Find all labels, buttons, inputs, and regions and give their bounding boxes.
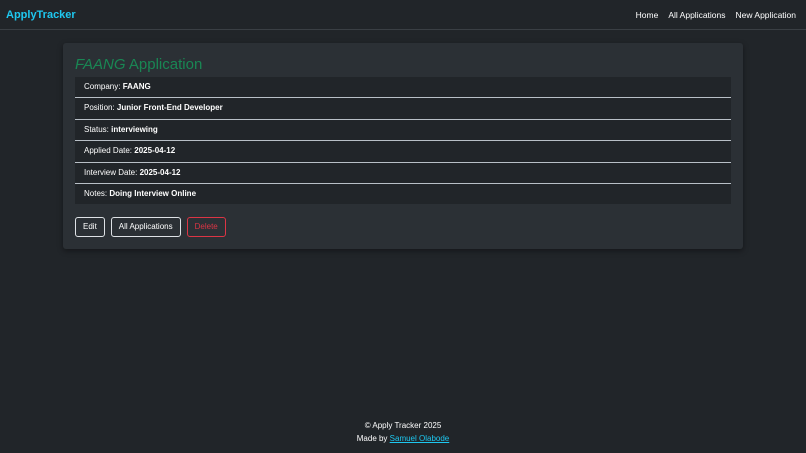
footer-copyright: © Apply Tracker 2025 — [364, 421, 442, 430]
detail-label: Company: — [84, 82, 123, 91]
page-title: FAANG Application — [75, 55, 202, 75]
footer-made-by: Made by — [356, 433, 390, 443]
detail-value: Junior Front-End Developer — [116, 103, 223, 113]
footer: © Apply Tracker 2025 Made by Samuel Olab… — [0, 420, 806, 445]
edit-button[interactable]: Edit — [75, 217, 105, 237]
delete-button[interactable]: Delete — [186, 217, 226, 237]
details-list: Company: FAANG Position: Junior Front-En… — [75, 77, 731, 205]
detail-label: Position: — [84, 103, 117, 113]
author-link[interactable]: Samuel Olabode — [390, 434, 450, 443]
footer-credit: Made by Samuel Olabode — [0, 433, 806, 446]
detail-value: Doing Interview Online — [109, 188, 197, 198]
detail-value: 2025-04-12 — [134, 146, 176, 156]
brand-link[interactable]: ApplyTracker — [6, 7, 76, 23]
detail-value: FAANG — [122, 82, 151, 91]
detail-label: Notes: — [84, 188, 110, 198]
detail-label: Status: — [84, 124, 112, 134]
nav-links: Home All Applications New Application — [636, 8, 796, 22]
detail-company: Company: FAANG — [75, 77, 731, 99]
detail-status: Status: interviewing — [75, 119, 731, 142]
detail-position: Position: Junior Front-End Developer — [75, 98, 731, 120]
all-applications-button[interactable]: All Applications — [110, 217, 181, 237]
detail-applied-date: Applied Date: 2025-04-12 — [75, 141, 731, 163]
card-actions: Edit All Applications Delete — [75, 217, 226, 237]
nav-link-all-applications[interactable]: All Applications — [668, 8, 725, 22]
detail-value: interviewing — [111, 124, 158, 134]
detail-value: 2025-04-12 — [139, 167, 181, 177]
application-card: FAANG Application Company: FAANG Positio… — [63, 43, 743, 249]
detail-label: Applied Date: — [84, 146, 135, 156]
detail-notes: Notes: Doing Interview Online — [75, 183, 731, 205]
navbar: ApplyTracker Home All Applications New A… — [0, 0, 806, 30]
nav-link-home[interactable]: Home — [636, 8, 659, 22]
title-company: FAANG — [75, 56, 126, 73]
title-suffix: Application — [125, 56, 203, 73]
nav-link-new-application[interactable]: New Application — [736, 8, 796, 22]
detail-interview-date: Interview Date: 2025-04-12 — [75, 162, 731, 184]
detail-label: Interview Date: — [84, 167, 140, 177]
